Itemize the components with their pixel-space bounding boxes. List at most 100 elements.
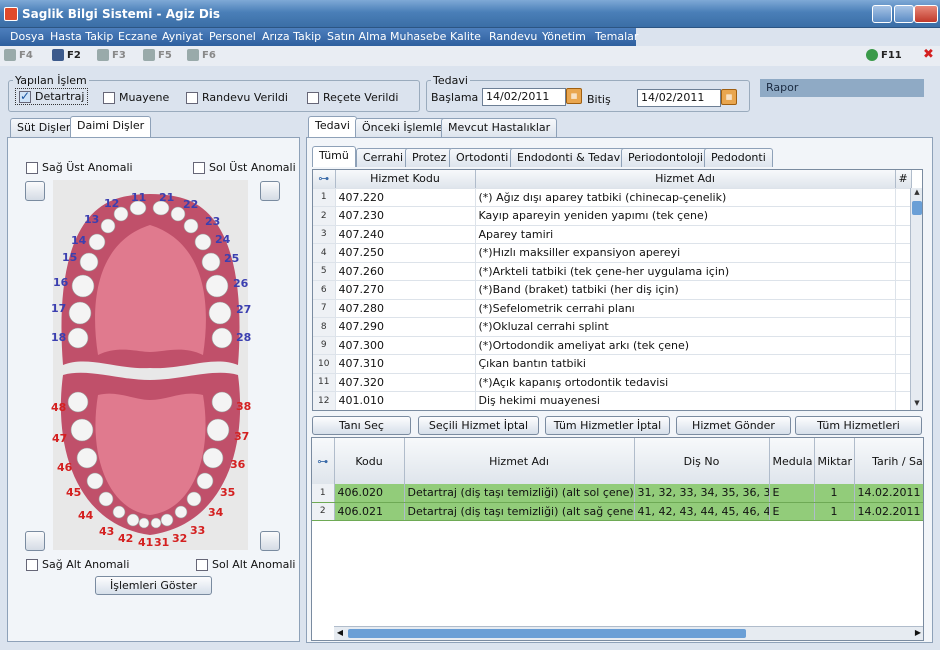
tooth-15[interactable]: 15 bbox=[62, 251, 77, 264]
tooth-41[interactable]: 41 bbox=[138, 536, 153, 549]
tum-hizmetleri-gonder-button[interactable]: Tüm Hizmetleri Gönder bbox=[795, 416, 922, 449]
randevu-checkbox[interactable]: Randevu Verildi bbox=[186, 91, 288, 104]
vertical-scrollbar[interactable]: ▲ ▼ bbox=[910, 188, 922, 410]
maximize-button[interactable] bbox=[894, 5, 914, 23]
f11-button[interactable]: F11 bbox=[866, 49, 902, 61]
upper-left-select-button[interactable] bbox=[260, 181, 280, 201]
subtab-ortodonti[interactable]: Ortodonti bbox=[449, 148, 516, 167]
hscroll-thumb[interactable] bbox=[348, 629, 746, 638]
tooth-32[interactable]: 32 bbox=[172, 532, 187, 545]
tooth-35[interactable]: 35 bbox=[220, 486, 235, 499]
scroll-up-arrow[interactable]: ▲ bbox=[911, 188, 922, 200]
col-hizmet-adi-2[interactable]: Hizmet Adı bbox=[404, 438, 635, 484]
sag-ust-anomali-checkbox[interactable]: Sağ Üst Anomali bbox=[26, 161, 133, 174]
detartraj-checkbox[interactable]: Detartraj bbox=[15, 88, 89, 105]
col-miktar[interactable]: Miktar bbox=[814, 438, 855, 484]
tooth-31[interactable]: 31 bbox=[154, 536, 169, 549]
f6-button[interactable]: F6 bbox=[187, 49, 216, 61]
table-row[interactable]: 1 406.020 Detartraj (diş taşı temizliği)… bbox=[312, 484, 923, 503]
tooth-44[interactable]: 44 bbox=[78, 509, 93, 522]
tooth-23[interactable]: 23 bbox=[205, 215, 220, 228]
tab-tedavi[interactable]: Tedavi bbox=[308, 116, 357, 137]
tooth-21[interactable]: 21 bbox=[159, 191, 174, 204]
lower-right-select-button[interactable] bbox=[25, 531, 45, 551]
table-row[interactable]: 10 407.310 Çıkan bantın tatbiki bbox=[313, 354, 912, 374]
f5-button[interactable]: F5 bbox=[143, 49, 172, 61]
subtab-pedodonti[interactable]: Pedodonti bbox=[704, 148, 773, 167]
table-row[interactable]: 12 401.010 Diş hekimi muayenesi bbox=[313, 391, 912, 410]
sol-ust-anomali-checkbox[interactable]: Sol Üst Anomali bbox=[193, 161, 296, 174]
table-row[interactable]: 7 407.280 (*)Sefelometrik cerrahi planı bbox=[313, 299, 912, 318]
scroll-thumb[interactable] bbox=[912, 201, 922, 215]
tab-onceki-islemler[interactable]: Önceki İşlemler bbox=[355, 118, 455, 137]
tooth-48[interactable]: 48 bbox=[51, 401, 66, 414]
tooth-46[interactable]: 46 bbox=[57, 461, 72, 474]
tooth-38[interactable]: 38 bbox=[236, 400, 251, 413]
table-row[interactable]: 11 407.320 (*)Açık kapanış ortodontik teda… bbox=[313, 373, 912, 392]
tooth-34[interactable]: 34 bbox=[208, 506, 223, 519]
hizmet-gonder-button[interactable]: Hizmet Gönder bbox=[676, 416, 791, 435]
tooth-36[interactable]: 36 bbox=[230, 458, 245, 471]
tooth-13[interactable]: 13 bbox=[84, 213, 99, 226]
scroll-left-arrow[interactable]: ◀ bbox=[334, 628, 346, 637]
recete-checkbox[interactable]: Reçete Verildi bbox=[307, 91, 398, 104]
f3-button[interactable]: F3 bbox=[97, 49, 126, 61]
menu-muhasebe[interactable]: Muhasebe bbox=[390, 30, 446, 43]
table-row[interactable]: 2 407.230 Kayıp apareyin yeniden yapımı (t… bbox=[313, 206, 912, 226]
tooth-11[interactable]: 11 bbox=[131, 191, 146, 204]
tab-mevcut-hastaliklar[interactable]: Mevcut Hastalıklar bbox=[441, 118, 558, 137]
menu-yonetim[interactable]: Yönetim bbox=[542, 30, 586, 43]
tooth-18[interactable]: 18 bbox=[51, 331, 66, 344]
bitis-date-input[interactable]: 14/02/2011 bbox=[637, 89, 721, 107]
tooth-25[interactable]: 25 bbox=[224, 252, 239, 265]
col-hizmet-adi[interactable]: Hizmet Adı bbox=[475, 170, 896, 189]
table-row[interactable]: 4 407.250 (*)Hızlı maksiller expansiyon ap… bbox=[313, 243, 912, 263]
menu-personel[interactable]: Personel bbox=[209, 30, 256, 43]
minimize-button[interactable] bbox=[872, 5, 892, 23]
scroll-right-arrow[interactable]: ▶ bbox=[912, 628, 923, 637]
tooth-16[interactable]: 16 bbox=[53, 276, 68, 289]
tooth-27[interactable]: 27 bbox=[236, 303, 251, 316]
subtab-periodontoloji[interactable]: Periodontoloji bbox=[621, 148, 710, 167]
subtab-endodonti[interactable]: Endodonti & Tedavi bbox=[510, 148, 631, 167]
upper-right-select-button[interactable] bbox=[25, 181, 45, 201]
horizontal-scrollbar[interactable]: ◀ ▶ bbox=[334, 626, 923, 640]
subtab-tumu[interactable]: Tümü bbox=[312, 146, 356, 167]
col-dis-no[interactable]: Diş No bbox=[634, 438, 770, 484]
tooth-42[interactable]: 42 bbox=[118, 532, 133, 545]
col-hash[interactable]: # bbox=[895, 170, 912, 189]
exit-icon[interactable]: ✖ bbox=[923, 47, 934, 62]
tooth-33[interactable]: 33 bbox=[190, 524, 205, 537]
subtab-cerrahi[interactable]: Cerrahi bbox=[356, 148, 411, 167]
table-row[interactable]: 2 406.021 Detartraj (diş taşı temizliği)… bbox=[312, 502, 923, 521]
sag-alt-anomali-checkbox[interactable]: Sağ Alt Anomali bbox=[26, 558, 129, 571]
menu-dosya[interactable]: Dosya bbox=[10, 30, 44, 43]
close-button[interactable] bbox=[914, 5, 938, 23]
tab-daimi-disler[interactable]: Daimi Dişler bbox=[70, 116, 152, 137]
table-row[interactable]: 6 407.270 (*)Band (braket) tatbiki (her di… bbox=[313, 280, 912, 300]
table-row[interactable]: 3 407.240 Aparey tamiri bbox=[313, 225, 912, 244]
tooth-47[interactable]: 47 bbox=[52, 432, 67, 445]
col-kodu[interactable]: Kodu bbox=[334, 438, 405, 484]
baslama-date-input[interactable]: 14/02/2011 bbox=[482, 88, 566, 106]
menu-satin-alma[interactable]: Satın Alma bbox=[327, 30, 387, 43]
col-tarih-saat[interactable]: Tarih / Saat bbox=[854, 438, 923, 484]
menu-kalite[interactable]: Kalite bbox=[450, 30, 481, 43]
menu-ayniyat[interactable]: Ayniyat bbox=[162, 30, 203, 43]
menu-ariza-takip[interactable]: Arıza Takip bbox=[262, 30, 321, 43]
table-row[interactable]: 5 407.260 (*)Arkteli tatbiki (tek çene-her… bbox=[313, 262, 912, 281]
baslama-calendar-icon[interactable]: ▦ bbox=[566, 88, 582, 104]
tooth-26[interactable]: 26 bbox=[233, 277, 248, 290]
table-row[interactable]: 8 407.290 (*)Okluzal cerrahi splint bbox=[313, 317, 912, 337]
bitis-calendar-icon[interactable]: ▦ bbox=[721, 89, 737, 105]
col-medula[interactable]: Medula bbox=[769, 438, 815, 484]
menu-temalar[interactable]: Temalar bbox=[595, 30, 638, 43]
tooth-14[interactable]: 14 bbox=[71, 234, 86, 247]
tooth-17[interactable]: 17 bbox=[51, 302, 66, 315]
tooth-28[interactable]: 28 bbox=[236, 331, 251, 344]
tooth-37[interactable]: 37 bbox=[234, 430, 249, 443]
table-row[interactable]: 9 407.300 (*)Ortodondik ameliyat arkı (tek… bbox=[313, 336, 912, 355]
f4-button[interactable]: F4 bbox=[4, 49, 33, 61]
islemleri-goster-button[interactable]: İşlemleri Göster bbox=[95, 576, 212, 595]
muayene-checkbox[interactable]: Muayene bbox=[103, 91, 169, 104]
